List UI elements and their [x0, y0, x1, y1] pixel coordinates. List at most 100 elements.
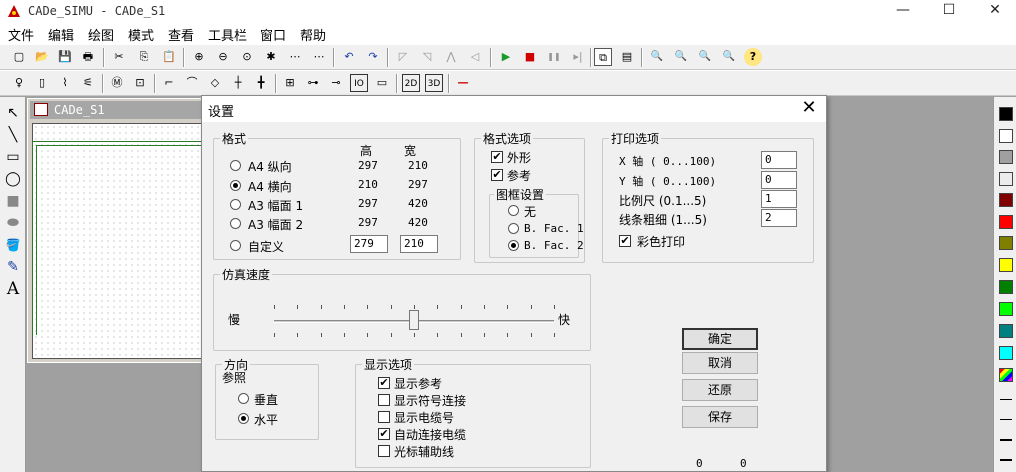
contact-icon[interactable]: ⌐ — [160, 74, 178, 92]
coil-icon[interactable]: ⊞ — [281, 74, 299, 92]
color-swatch-light[interactable] — [999, 172, 1013, 186]
show-cable-number-checkbox[interactable] — [378, 411, 390, 423]
rotate-left-icon[interactable]: ◸ — [394, 48, 412, 66]
junction-icon[interactable]: ╋ — [252, 74, 270, 92]
color-swatch-lime[interactable] — [999, 302, 1013, 316]
help-icon[interactable]: ? — [744, 48, 762, 66]
open-folder-icon[interactable]: 📂 — [33, 48, 51, 66]
menu-window[interactable]: 窗口 — [260, 25, 286, 44]
color-swatch-teal[interactable] — [999, 324, 1013, 338]
x-axis-input[interactable]: 0 — [761, 151, 797, 169]
restore-button[interactable]: 还原 — [682, 379, 758, 401]
mirror-icon[interactable]: ⋀ — [442, 48, 460, 66]
reference-checkbox[interactable]: ✔ — [491, 169, 503, 181]
color-swatch-yellow[interactable] — [999, 258, 1013, 272]
eyedropper-icon[interactable]: ✎ — [3, 257, 23, 277]
zoom-d-icon[interactable]: 🔍 — [720, 48, 738, 66]
scale-input[interactable]: 1 — [761, 190, 797, 208]
color-swatch-black[interactable] — [999, 107, 1013, 121]
zoom-b-icon[interactable]: 🔍 — [672, 48, 690, 66]
zoom-page-icon[interactable]: ⊙ — [238, 48, 256, 66]
format-radio-a4-landscape[interactable] — [230, 180, 241, 191]
show-symbol-connection-checkbox[interactable] — [378, 394, 390, 406]
line-width-1[interactable] — [1000, 399, 1012, 400]
color-swatch-white[interactable] — [999, 129, 1013, 143]
text-tool-icon[interactable]: A — [3, 279, 23, 299]
save-icon[interactable]: 💾 — [56, 48, 74, 66]
menu-file[interactable]: 文件 — [8, 25, 34, 44]
box-icon[interactable]: ▭ — [373, 74, 391, 92]
grid-dots-icon[interactable]: ⋯ — [310, 48, 328, 66]
fuse-icon[interactable]: ▯ — [33, 74, 51, 92]
undo-icon[interactable]: ↶ — [340, 48, 358, 66]
line-width-3[interactable] — [1000, 439, 1012, 441]
print-icon[interactable]: 🖶 — [79, 48, 97, 66]
pointer-icon[interactable]: ↖ — [3, 103, 23, 123]
zoom-out-icon[interactable]: ⊖ — [214, 48, 232, 66]
speed-slider-thumb[interactable] — [409, 310, 419, 330]
line-red-icon[interactable]: — — [454, 74, 472, 92]
filled-rectangle-icon[interactable]: ■ — [3, 191, 23, 211]
zoom-in-icon[interactable]: ⊕ — [190, 48, 208, 66]
cancel-button[interactable]: 取消 — [682, 352, 758, 374]
diamond-icon[interactable]: ◇ — [206, 74, 224, 92]
relay-icon[interactable]: ⊡ — [131, 74, 149, 92]
color-swatch-cyan[interactable] — [999, 346, 1013, 360]
new-file-icon[interactable]: ▢ — [10, 48, 28, 66]
redo-icon[interactable]: ↷ — [364, 48, 382, 66]
custom-height-input[interactable]: 279 — [350, 235, 388, 253]
color-print-checkbox[interactable]: ✔ — [619, 235, 631, 247]
show-reference-checkbox[interactable]: ✔ — [378, 377, 390, 389]
menu-toolbar[interactable]: 工具栏 — [208, 25, 247, 44]
close-window-button[interactable]: ✕ — [972, 0, 1016, 22]
zoom-a-icon[interactable]: 🔍 — [648, 48, 666, 66]
view-3d-icon[interactable]: 3D — [425, 74, 443, 92]
resistor-icon[interactable]: ⊶ — [304, 74, 322, 92]
color-swatch-red[interactable] — [999, 215, 1013, 229]
contact-no-icon[interactable]: ⌒ — [183, 74, 201, 92]
breaker-icon[interactable]: ⚟ — [79, 74, 97, 92]
menu-draw[interactable]: 绘图 — [88, 25, 114, 44]
menu-view[interactable]: 查看 — [168, 25, 194, 44]
cross-icon[interactable]: ┼ — [229, 74, 247, 92]
color-swatch-maroon[interactable] — [999, 193, 1013, 207]
window-icon[interactable]: ⧉ — [594, 48, 612, 66]
outline-checkbox[interactable]: ✔ — [491, 151, 503, 163]
zoom-c-icon[interactable]: 🔍 — [696, 48, 714, 66]
ellipse-icon[interactable]: ◯ — [3, 169, 23, 189]
fill-bucket-icon[interactable]: 🪣 — [3, 235, 23, 255]
line-width-input[interactable]: 2 — [761, 209, 797, 227]
line-width-4[interactable] — [1000, 459, 1012, 461]
rectangle-icon[interactable]: ▭ — [3, 147, 23, 167]
cursor-guide-checkbox[interactable] — [378, 445, 390, 457]
paste-icon[interactable]: 📋 — [160, 48, 178, 66]
format-radio-custom[interactable] — [230, 240, 241, 251]
ok-button[interactable]: 确定 — [682, 328, 758, 350]
multicolor-swatch-icon[interactable] — [999, 368, 1013, 382]
menu-mode[interactable]: 模式 — [128, 25, 154, 44]
minimize-button[interactable]: — — [880, 0, 926, 22]
y-axis-input[interactable]: 0 — [761, 171, 797, 189]
pause-icon[interactable]: ❚❚ — [545, 48, 563, 66]
find-icon[interactable]: ✱ — [262, 48, 280, 66]
format-radio-a3-2[interactable] — [230, 218, 241, 229]
save-button[interactable]: 保存 — [682, 406, 758, 428]
rotate-right-icon[interactable]: ◹ — [418, 48, 436, 66]
filled-ellipse-icon[interactable]: ⬬ — [3, 213, 23, 233]
line-width-2[interactable] — [1000, 419, 1012, 420]
menu-help[interactable]: 帮助 — [300, 25, 326, 44]
close-icon[interactable]: ✕ — [798, 98, 820, 120]
color-swatch-green[interactable] — [999, 280, 1013, 294]
copy-icon[interactable]: ⎘ — [135, 48, 153, 66]
cut-icon[interactable]: ✂ — [110, 48, 128, 66]
grid-icon[interactable]: ⋯ — [286, 48, 304, 66]
menu-edit[interactable]: 编辑 — [48, 25, 74, 44]
terminal-icon[interactable]: ⊸ — [327, 74, 345, 92]
maximize-button[interactable]: ☐ — [926, 0, 972, 22]
format-radio-a4-portrait[interactable] — [230, 160, 241, 171]
color-swatch-olive[interactable] — [999, 236, 1013, 250]
flip-icon[interactable]: ◁ — [466, 48, 484, 66]
format-radio-a3-1[interactable] — [230, 199, 241, 210]
color-swatch-gray[interactable] — [999, 150, 1013, 164]
document-title-bar[interactable]: CADe_S1 — [30, 101, 202, 119]
